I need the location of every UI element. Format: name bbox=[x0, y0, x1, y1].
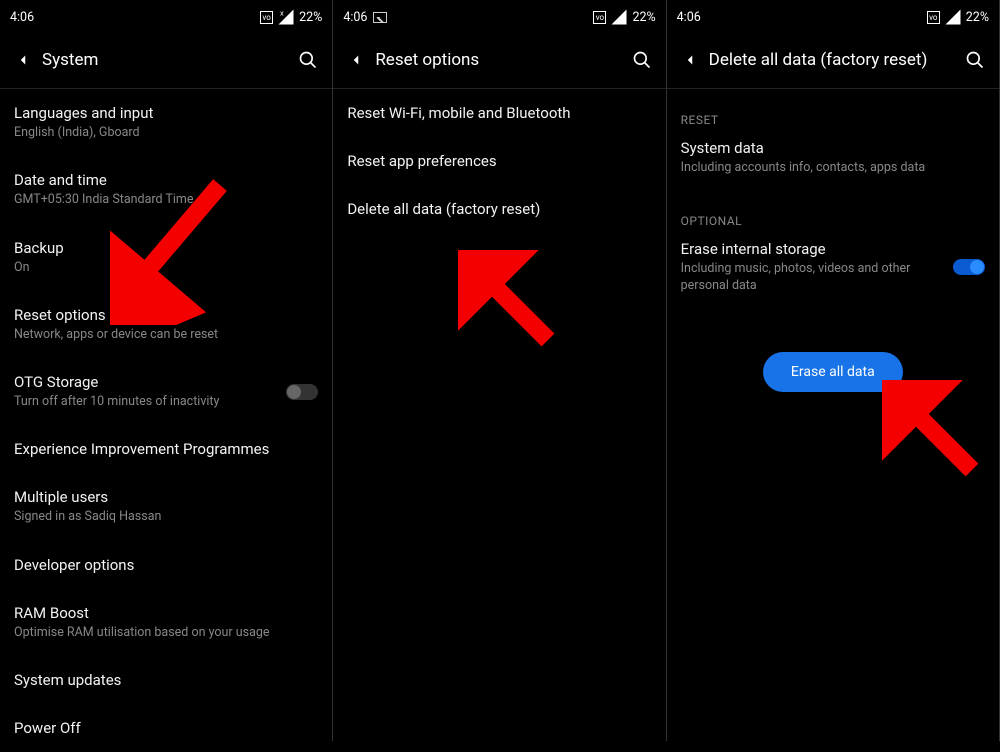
item-power-off[interactable]: Power Off bbox=[14, 704, 318, 752]
svg-text:x: x bbox=[280, 9, 284, 18]
search-icon bbox=[298, 50, 318, 70]
item-system-data: System data Including accounts info, con… bbox=[681, 131, 985, 190]
item-reset-app-prefs[interactable]: Reset app preferences bbox=[347, 137, 651, 185]
status-bar: 4:06 vo x 22% bbox=[0, 0, 332, 30]
item-erase-storage[interactable]: Erase internal storage Including music, … bbox=[681, 232, 985, 302]
signal-icon bbox=[610, 8, 628, 26]
back-button[interactable] bbox=[347, 51, 369, 69]
item-backup[interactable]: Backup On bbox=[14, 224, 318, 291]
time: 4:06 bbox=[343, 10, 367, 25]
vowifi-icon: vo bbox=[260, 11, 273, 24]
battery-pct: 22% bbox=[966, 10, 989, 25]
search-button[interactable] bbox=[630, 50, 652, 70]
item-system-updates[interactable]: System updates bbox=[14, 656, 318, 704]
chevron-left-icon bbox=[14, 51, 32, 69]
signal-icon: x bbox=[277, 8, 295, 26]
panel-reset-options: 4:06 vo 22% Reset options Reset Wi-Fi, m… bbox=[333, 0, 666, 741]
header: System bbox=[0, 30, 332, 89]
page-title: System bbox=[42, 50, 296, 70]
status-bar: 4:06 vo 22% bbox=[667, 0, 999, 30]
item-developer[interactable]: Developer options bbox=[14, 541, 318, 589]
item-multiple-users[interactable]: Multiple users Signed in as Sadiq Hassan bbox=[14, 473, 318, 540]
panel-system: 4:06 vo x 22% System Languages and input… bbox=[0, 0, 333, 741]
page-title: Delete all data (factory reset) bbox=[709, 50, 963, 70]
battery-pct: 22% bbox=[632, 10, 655, 25]
panel-factory-reset: 4:06 vo 22% Delete all data (factory res… bbox=[667, 0, 1000, 741]
item-date-time[interactable]: Date and time GMT+05:30 India Standard T… bbox=[14, 156, 318, 223]
erase-storage-toggle[interactable] bbox=[953, 259, 985, 275]
page-title: Reset options bbox=[375, 50, 629, 70]
reset-content: RESET System data Including accounts inf… bbox=[667, 113, 999, 392]
item-ram-boost[interactable]: RAM Boost Optimise RAM utilisation based… bbox=[14, 589, 318, 656]
item-reset-options[interactable]: Reset options Network, apps or device ca… bbox=[14, 291, 318, 358]
chevron-left-icon bbox=[347, 51, 365, 69]
reset-list: Reset Wi-Fi, mobile and Bluetooth Reset … bbox=[333, 89, 665, 233]
back-button[interactable] bbox=[14, 51, 36, 69]
arrow-annotation-icon bbox=[458, 250, 568, 360]
settings-list: Languages and input English (India), Gbo… bbox=[0, 89, 332, 752]
search-icon bbox=[632, 50, 652, 70]
vowifi-icon: vo bbox=[927, 11, 940, 24]
battery-pct: 22% bbox=[299, 10, 322, 25]
header: Reset options bbox=[333, 30, 665, 89]
time: 4:06 bbox=[10, 10, 34, 25]
search-button[interactable] bbox=[296, 50, 318, 70]
item-delete-all-data[interactable]: Delete all data (factory reset) bbox=[347, 185, 651, 233]
section-optional: OPTIONAL bbox=[681, 214, 985, 228]
item-experience[interactable]: Experience Improvement Programmes bbox=[14, 425, 318, 473]
status-bar: 4:06 vo 22% bbox=[333, 0, 665, 30]
item-otg-storage[interactable]: OTG Storage Turn off after 10 minutes of… bbox=[14, 358, 318, 425]
erase-all-button[interactable]: Erase all data bbox=[763, 352, 903, 392]
time: 4:06 bbox=[677, 10, 701, 25]
signal-icon bbox=[944, 8, 962, 26]
back-button[interactable] bbox=[681, 51, 703, 69]
otg-toggle[interactable] bbox=[286, 384, 318, 400]
item-languages[interactable]: Languages and input English (India), Gbo… bbox=[14, 89, 318, 156]
screenshot-icon bbox=[373, 12, 387, 23]
section-reset: RESET bbox=[681, 113, 985, 127]
search-button[interactable] bbox=[963, 50, 985, 70]
header: Delete all data (factory reset) bbox=[667, 30, 999, 89]
item-reset-wifi[interactable]: Reset Wi-Fi, mobile and Bluetooth bbox=[347, 89, 651, 137]
vowifi-icon: vo bbox=[593, 11, 606, 24]
chevron-left-icon bbox=[681, 51, 699, 69]
arrow-annotation-icon bbox=[882, 380, 992, 490]
search-icon bbox=[965, 50, 985, 70]
